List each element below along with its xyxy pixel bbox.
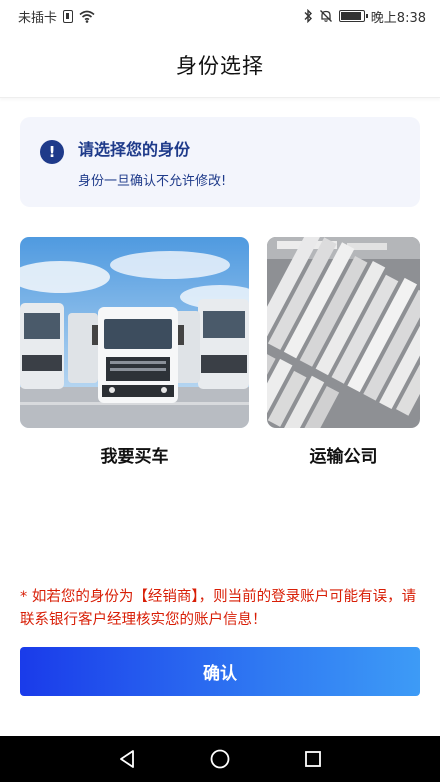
role-card-buy-vehicle[interactable]: 我要买车: [20, 237, 249, 467]
truck-parking-lot-photo: [267, 237, 420, 428]
status-right: 晚上8:38: [303, 7, 426, 26]
bluetooth-icon: [304, 9, 312, 23]
notice-card: ! 请选择您的身份 身份一旦确认不允许修改!: [20, 117, 420, 207]
role-card-transport-company[interactable]: 运输公司: [267, 237, 420, 467]
home-icon[interactable]: [208, 747, 232, 771]
clock-text: 晚上8:38: [370, 10, 426, 26]
wifi-icon: [79, 10, 95, 23]
notice-text: 请选择您的身份 身份一旦确认不允许修改!: [78, 136, 226, 189]
dealer-warning-text: * 如若您的身份为【经销商】，则当前的登录账户可能有误，请联系银行客户经理核实您…: [20, 589, 417, 628]
status-bar: 未插卡 晚上8:38: [0, 0, 440, 32]
mute-icon: [319, 10, 332, 22]
confirm-button[interactable]: 确认: [20, 647, 420, 696]
status-left: 未插卡: [18, 7, 95, 26]
carrier-text: 未插卡: [18, 10, 58, 26]
sim-icon: [63, 9, 74, 23]
exclamation-icon: !: [40, 140, 64, 164]
role-label-transport-company: 运输公司: [309, 447, 378, 467]
battery-icon: [338, 10, 368, 22]
title-bar: 身份选择: [0, 32, 440, 98]
system-navigation-bar: [0, 736, 440, 782]
recents-icon[interactable]: [301, 747, 325, 771]
page-title: 身份选择: [176, 53, 264, 78]
notice-subtitle: 身份一旦确认不允许修改!: [78, 173, 227, 189]
back-icon[interactable]: [115, 747, 139, 771]
role-label-buy-vehicle: 我要买车: [100, 447, 169, 467]
trucks-photo: [20, 237, 249, 428]
notice-title: 请选择您的身份: [78, 139, 191, 159]
